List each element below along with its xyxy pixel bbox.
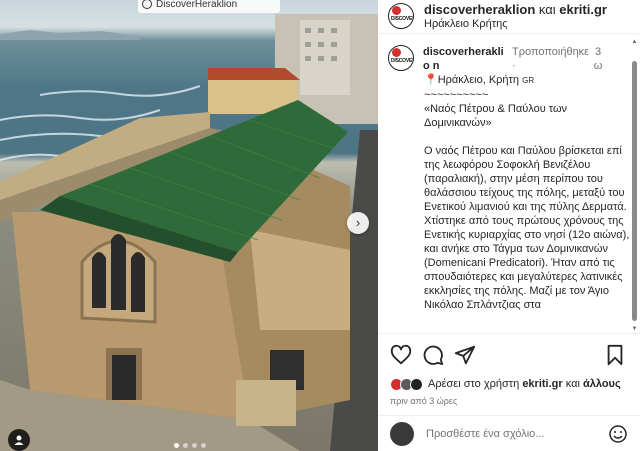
caption-author-avatar[interactable]: DISCOVER bbox=[388, 45, 414, 71]
post-header: DISCOVER discoverheraklion και ekriti.gr… bbox=[378, 0, 640, 34]
heart-icon bbox=[390, 344, 412, 365]
header-text: discoverheraklion και ekriti.gr Ηράκλειο… bbox=[424, 3, 607, 31]
post-media[interactable]: DiscoverHeraklion › bbox=[0, 0, 378, 451]
likes-summary[interactable]: Αρέσει στο χρήστη ekriti.gr και άλλους bbox=[390, 376, 628, 392]
scroll-thumb[interactable] bbox=[632, 61, 637, 321]
carousel-dot bbox=[201, 443, 206, 448]
caption-scrollbar[interactable]: ▲ ▼ bbox=[631, 37, 638, 332]
header-usernames: discoverheraklion και ekriti.gr bbox=[424, 3, 607, 17]
smiley-icon bbox=[609, 424, 627, 443]
caption-username-link[interactable]: discoverheraklio n bbox=[423, 45, 509, 73]
comment-input[interactable] bbox=[426, 427, 596, 440]
likes-text: Αρέσει στο χρήστη ekriti.gr και άλλους bbox=[428, 378, 621, 390]
caption-title: «Ναός Πέτρου & Παύλου των Δομινικανών» bbox=[424, 103, 568, 129]
likes-and: και bbox=[565, 378, 580, 390]
caption-body: Ο ναός Πέτρου και Παύλου βρίσκεται επί τ… bbox=[424, 145, 630, 311]
avatar-logo-mark bbox=[392, 6, 401, 15]
carousel-indicator bbox=[174, 443, 206, 448]
flag-gr-badge: GR bbox=[522, 76, 535, 85]
pin-icon: 📍 bbox=[424, 74, 438, 86]
send-icon bbox=[454, 345, 476, 365]
viewer-avatar bbox=[390, 421, 414, 446]
likes-others-link[interactable]: άλλους bbox=[583, 378, 621, 390]
author-avatar[interactable]: DISCOVER bbox=[388, 3, 414, 29]
post-side-panel: DISCOVER discoverheraklion και ekriti.gr… bbox=[378, 0, 640, 451]
comment-button[interactable] bbox=[422, 344, 446, 368]
comment-bar bbox=[378, 415, 640, 451]
like-button[interactable] bbox=[390, 344, 414, 368]
church-photo bbox=[0, 14, 378, 451]
avatar-logo-text: DISCOVER bbox=[391, 58, 414, 64]
red-roof-building bbox=[208, 68, 300, 80]
avatar-logo-text: DISCOVER bbox=[391, 16, 414, 22]
caption-location-line: 📍Ηράκλειο, Κρήτη GR bbox=[424, 73, 630, 88]
share-button[interactable] bbox=[454, 344, 478, 368]
tagged-users-button[interactable] bbox=[8, 429, 30, 451]
post-time[interactable]: 3 ω bbox=[592, 45, 604, 73]
post-age[interactable]: πριν από 3 ώρες bbox=[390, 396, 628, 406]
author-username-link[interactable]: discoverheraklion bbox=[424, 2, 535, 17]
next-media-button[interactable]: › bbox=[347, 212, 369, 234]
carousel-dot bbox=[183, 443, 188, 448]
caption-squiggle: ~~~~~~~~~~ bbox=[424, 89, 489, 101]
caption-text: 📍Ηράκλειο, Κρήτη GR ~~~~~~~~~~ «Ναός Πέτ… bbox=[424, 73, 630, 312]
watermark: DiscoverHeraklion bbox=[138, 0, 280, 13]
watermark-icon bbox=[142, 0, 152, 9]
avatar-logo-mark bbox=[392, 48, 401, 57]
carousel-dot bbox=[192, 443, 197, 448]
save-button[interactable] bbox=[604, 344, 628, 368]
scroll-down-icon[interactable]: ▼ bbox=[631, 326, 638, 332]
user-tag-icon bbox=[14, 435, 24, 445]
carousel-dot bbox=[174, 443, 179, 448]
distant-hills bbox=[0, 30, 140, 40]
liker-avatar bbox=[410, 377, 423, 391]
location-link[interactable]: Ηράκλειο Κρήτης bbox=[424, 17, 607, 31]
collaborator-username-link[interactable]: ekriti.gr bbox=[559, 2, 607, 17]
emoji-button[interactable] bbox=[608, 424, 628, 444]
header-and: και bbox=[538, 2, 556, 17]
likes-prefix: Αρέσει στο χρήστη bbox=[428, 378, 520, 390]
post-actions: Αρέσει στο χρήστη ekriti.gr και άλλους π… bbox=[378, 333, 640, 415]
likes-user-link[interactable]: ekriti.gr bbox=[522, 378, 562, 390]
chevron-right-icon: › bbox=[355, 215, 361, 230]
caption-location-text: Ηράκλειο, Κρήτη bbox=[437, 74, 520, 86]
scroll-up-icon[interactable]: ▲ bbox=[631, 39, 638, 45]
caption-header: DISCOVER discoverheraklio n Τροποποιήθηκ… bbox=[388, 45, 630, 73]
comment-icon bbox=[423, 345, 444, 366]
watermark-text: DiscoverHeraklion bbox=[156, 0, 238, 10]
edited-label: Τροποποιήθηκε · bbox=[512, 46, 590, 72]
bookmark-icon bbox=[607, 344, 623, 366]
caption-area[interactable]: DISCOVER discoverheraklio n Τροποποιήθηκ… bbox=[378, 35, 640, 332]
action-icons bbox=[390, 344, 628, 368]
